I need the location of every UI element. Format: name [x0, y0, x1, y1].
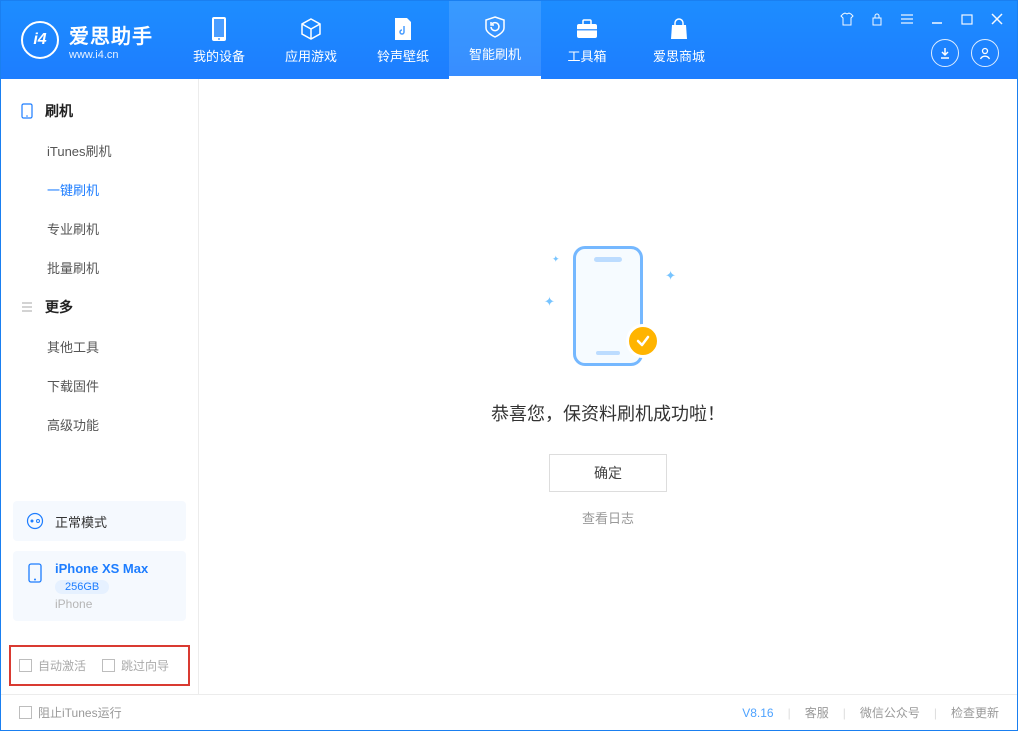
- toolbox-icon: [574, 16, 600, 42]
- device-small-icon: [19, 103, 35, 119]
- device-mode-card[interactable]: 正常模式: [13, 501, 186, 541]
- sidebar-item-batch-flash[interactable]: 批量刷机: [1, 248, 198, 287]
- header: i4 爱思助手 www.i4.cn 我的设备 应用游戏 铃声壁纸 智能刷机: [1, 1, 1017, 79]
- view-log-link[interactable]: 查看日志: [582, 508, 634, 527]
- sidebar-item-advanced[interactable]: 高级功能: [1, 405, 198, 444]
- music-file-icon: [390, 16, 416, 42]
- shopping-bag-icon: [666, 16, 692, 42]
- device-capacity: 256GB: [55, 580, 109, 594]
- app-window: i4 爱思助手 www.i4.cn 我的设备 应用游戏 铃声壁纸 智能刷机: [0, 0, 1018, 731]
- device-name: iPhone XS Max: [55, 561, 148, 576]
- lock-icon[interactable]: [869, 11, 885, 27]
- top-tabs: 我的设备 应用游戏 铃声壁纸 智能刷机 工具箱 爱思商城: [173, 1, 725, 79]
- tab-my-device[interactable]: 我的设备: [173, 1, 265, 79]
- logo-icon: i4: [21, 21, 59, 59]
- checkbox-block-itunes[interactable]: 阻止iTunes运行: [19, 704, 122, 721]
- logo: i4 爱思助手 www.i4.cn: [1, 1, 173, 79]
- support-link[interactable]: 客服: [805, 704, 829, 721]
- checkbox-skip-wizard[interactable]: 跳过向导: [102, 657, 169, 674]
- sidebar-item-oneclick-flash[interactable]: 一键刷机: [1, 170, 198, 209]
- checkbox-icon: [102, 659, 115, 672]
- device-mode-text: 正常模式: [55, 512, 107, 531]
- body: 刷机 iTunes刷机 一键刷机 专业刷机 批量刷机 更多 其他工具 下载固件 …: [1, 79, 1017, 694]
- device-phone-icon: [25, 563, 45, 583]
- main-content: ✦ ✦ ✦ 恭喜您，保资料刷机成功啦！ 确定 查看日志: [199, 79, 1017, 694]
- titlebar-controls: [839, 11, 1005, 27]
- app-title: 爱思助手: [69, 20, 153, 49]
- tab-apps-games[interactable]: 应用游戏: [265, 1, 357, 79]
- tab-smart-flash[interactable]: 智能刷机: [449, 1, 541, 79]
- tshirt-icon[interactable]: [839, 11, 855, 27]
- sidebar-item-pro-flash[interactable]: 专业刷机: [1, 209, 198, 248]
- account-button[interactable]: [971, 39, 999, 67]
- tab-ringtones-wallpapers[interactable]: 铃声壁纸: [357, 1, 449, 79]
- wechat-link[interactable]: 微信公众号: [860, 704, 920, 721]
- ok-button[interactable]: 确定: [549, 454, 667, 492]
- cube-icon: [298, 16, 324, 42]
- sidebar-section-flash: 刷机: [1, 91, 198, 131]
- sidebar: 刷机 iTunes刷机 一键刷机 专业刷机 批量刷机 更多 其他工具 下载固件 …: [1, 79, 199, 694]
- list-icon: [19, 299, 35, 315]
- maximize-icon[interactable]: [959, 11, 975, 27]
- sidebar-section-more: 更多: [1, 287, 198, 327]
- sidebar-item-itunes-flash[interactable]: iTunes刷机: [1, 131, 198, 170]
- sidebar-item-other-tools[interactable]: 其他工具: [1, 327, 198, 366]
- download-button[interactable]: [931, 39, 959, 67]
- menu-icon[interactable]: [899, 11, 915, 27]
- check-update-link[interactable]: 检查更新: [951, 704, 999, 721]
- success-check-icon: [626, 324, 660, 358]
- phone-icon: [206, 16, 232, 42]
- device-panel: 正常模式 iPhone XS Max 256GB iPhone: [1, 491, 198, 645]
- mode-normal-icon: [25, 511, 45, 531]
- checkbox-icon: [19, 706, 32, 719]
- checkbox-icon: [19, 659, 32, 672]
- close-icon[interactable]: [989, 11, 1005, 27]
- app-url: www.i4.cn: [69, 49, 153, 61]
- minimize-icon[interactable]: [929, 11, 945, 27]
- device-type: iPhone: [55, 597, 148, 611]
- success-illustration: ✦ ✦ ✦: [538, 246, 678, 376]
- tab-store[interactable]: 爱思商城: [633, 1, 725, 79]
- device-info-card[interactable]: iPhone XS Max 256GB iPhone: [13, 551, 186, 621]
- footer: 阻止iTunes运行 V8.16 | 客服 | 微信公众号 | 检查更新: [1, 694, 1017, 730]
- success-message: 恭喜您，保资料刷机成功啦！: [491, 400, 725, 426]
- flash-options-region: 自动激活 跳过向导: [9, 645, 190, 686]
- tab-toolbox[interactable]: 工具箱: [541, 1, 633, 79]
- checkbox-auto-activate[interactable]: 自动激活: [19, 657, 86, 674]
- version-label: V8.16: [742, 706, 773, 720]
- sidebar-item-download-firmware[interactable]: 下载固件: [1, 366, 198, 405]
- header-right-buttons: [931, 39, 999, 67]
- refresh-shield-icon: [482, 14, 508, 40]
